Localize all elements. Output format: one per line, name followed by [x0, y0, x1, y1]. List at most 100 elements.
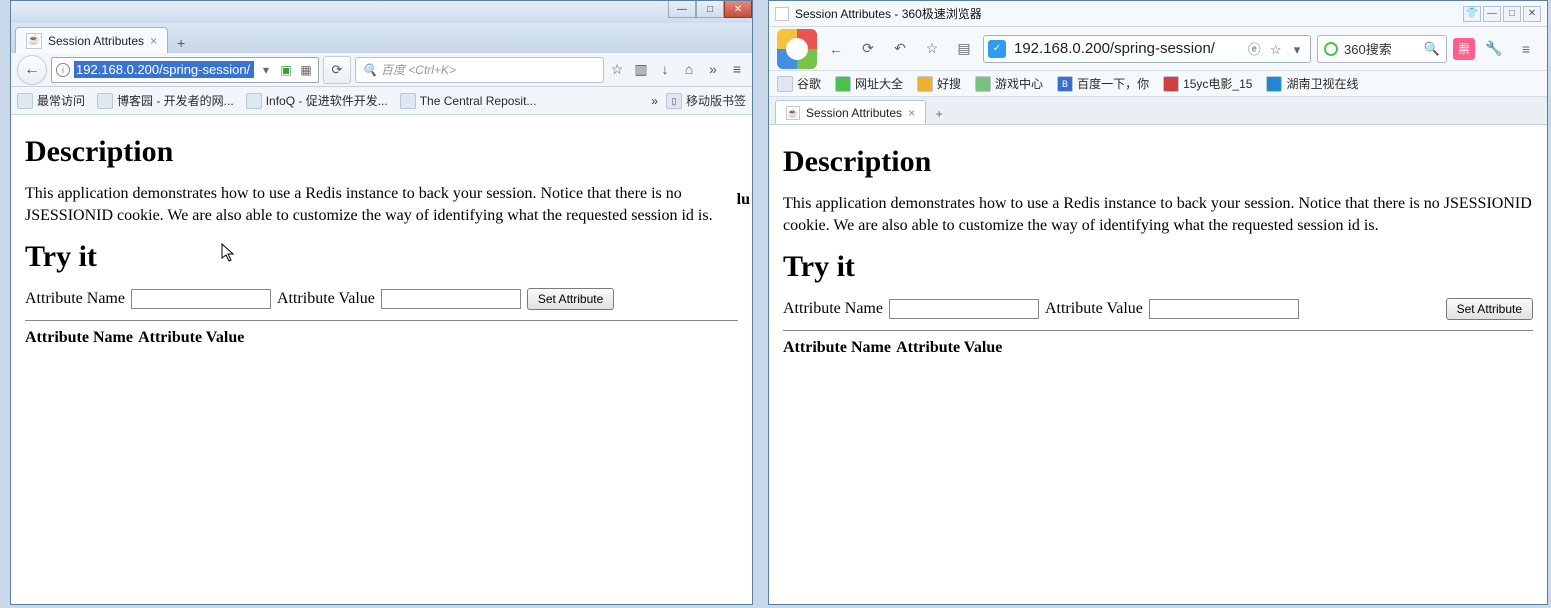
menu-icon[interactable]: ≡	[1513, 36, 1539, 62]
bookmark-star-icon[interactable]: ☆	[1267, 42, 1285, 58]
search-box[interactable]: 🔍 百度 <Ctrl+K>	[355, 57, 604, 83]
dropdown-icon[interactable]: ▾	[1288, 42, 1306, 58]
bookmark-item[interactable]: 最常访问	[17, 92, 85, 109]
set-attribute-button[interactable]: Set Attribute	[1446, 298, 1533, 320]
close-button[interactable]: ✕	[724, 1, 752, 18]
tab-close-icon[interactable]: ×	[150, 34, 157, 48]
firefox-toolbar: ← i ▾ ▣ ▦ ⟳ 🔍 百度 <Ctrl+K> ☆ ▥ ↓ ⌂ »	[11, 53, 752, 87]
bookmark-item[interactable]: The Central Reposit...	[400, 93, 537, 109]
bookmark-icon	[17, 93, 33, 109]
url-input[interactable]	[1012, 39, 1239, 58]
dropdown-icon[interactable]: ▾	[258, 63, 274, 77]
attribute-form: Attribute Name Attribute Value Set Attri…	[25, 288, 738, 310]
bookmark-icon	[835, 76, 851, 92]
b360-window: Session Attributes - 360极速浏览器 👕 — □ ✕ ← …	[768, 0, 1548, 605]
home-icon[interactable]: ⌂	[680, 61, 698, 78]
back-button[interactable]: ←	[17, 55, 47, 85]
bookmark-icon	[777, 76, 793, 92]
address-bar[interactable]: i ▾ ▣ ▦	[51, 57, 319, 83]
bookmark-item[interactable]: 谷歌	[777, 75, 821, 92]
description-text: This application demonstrates how to use…	[25, 183, 738, 226]
mobile-icon: ▯	[666, 93, 682, 109]
undo-button[interactable]: ↶	[887, 36, 913, 62]
maximize-button[interactable]: □	[696, 1, 724, 18]
firefox-viewport: Description This application demonstrate…	[11, 115, 752, 604]
bookmark-icon	[917, 76, 933, 92]
heading-description: Description	[25, 135, 738, 169]
search-label: 360搜索	[1344, 39, 1392, 58]
close-button[interactable]: ✕	[1523, 6, 1541, 22]
col-value: Attribute Value	[896, 339, 1002, 356]
skin-button[interactable]: 👕	[1463, 6, 1481, 22]
favicon-icon: ☕	[26, 33, 42, 49]
table-header: Attribute Name Attribute Value	[783, 339, 1533, 357]
bookmark-icon	[246, 93, 262, 109]
bookmark-item[interactable]: 网址大全	[835, 75, 903, 92]
compat-icon[interactable]: ⓔ	[1245, 39, 1263, 58]
search-icon[interactable]: 🔍	[1424, 41, 1440, 57]
bookmark-icon	[1266, 76, 1282, 92]
qr-icon[interactable]: ▦	[298, 63, 314, 77]
reload-button[interactable]: ⟳	[855, 36, 881, 62]
library-icon[interactable]: ▥	[632, 61, 650, 78]
downloads-icon[interactable]: ↓	[656, 61, 674, 78]
firefox-window: — □ ✕ ☕ Session Attributes × + ← i ▾ ▣ ▦	[10, 0, 753, 605]
search-placeholder: 百度 <Ctrl+K>	[381, 61, 456, 78]
truncated-text: lu	[737, 191, 750, 209]
new-tab-button[interactable]: +	[928, 104, 950, 124]
address-bar[interactable]: ✓ ⓔ ☆ ▾	[983, 35, 1311, 63]
search-icon: 🔍	[362, 63, 377, 77]
bookmark-item[interactable]: B百度一下，你	[1057, 75, 1149, 92]
attr-value-input[interactable]	[381, 289, 521, 309]
window-controls: 👕 — □ ✕	[1463, 6, 1541, 22]
toolbar-icons: ☆ ▥ ↓ ⌂ » ≡	[608, 61, 746, 78]
bookmark-icon	[1163, 76, 1179, 92]
bookmark-icon	[975, 76, 991, 92]
b360-bookmarks-bar: 谷歌 网址大全 好搜 游戏中心 B百度一下，你 15yc电影_15 湖南卫视在线	[769, 71, 1547, 97]
home-button[interactable]: ▤	[951, 36, 977, 62]
browser-tab[interactable]: ☕ Session Attributes ×	[15, 27, 168, 53]
bookmark-item[interactable]: 游戏中心	[975, 75, 1043, 92]
extension-icon[interactable]: 🔧	[1481, 36, 1507, 62]
shield-icon[interactable]: ▣	[278, 63, 294, 77]
bookmark-icon	[97, 93, 113, 109]
search-box[interactable]: 360搜索 🔍	[1317, 35, 1447, 63]
firefox-titlebar: — □ ✕	[11, 1, 752, 23]
attr-name-label: Attribute Name	[25, 290, 125, 308]
bookmark-item[interactable]: 博客园 - 开发者的网...	[97, 92, 234, 109]
reload-button[interactable]: ⟳	[323, 56, 351, 84]
bookmark-item[interactable]: 好搜	[917, 75, 961, 92]
bookmark-star-icon[interactable]: ☆	[608, 61, 626, 78]
browser-tab[interactable]: ☕ Session Attributes ×	[775, 100, 926, 124]
security-shield-icon[interactable]: ✓	[988, 40, 1006, 58]
set-attribute-button[interactable]: Set Attribute	[527, 288, 614, 310]
minimize-button[interactable]: —	[1483, 6, 1501, 22]
bookmark-item[interactable]: InfoQ - 促进软件开发...	[246, 92, 388, 109]
browser-logo-icon[interactable]	[777, 29, 817, 69]
new-tab-button[interactable]: +	[170, 33, 192, 53]
url-input[interactable]	[74, 61, 254, 78]
firefox-tabstrip: ☕ Session Attributes × +	[11, 23, 752, 53]
bookmark-overflow-icon[interactable]: »	[651, 94, 658, 108]
bookmark-item[interactable]: ▯移动版书签	[666, 92, 746, 109]
attr-value-input[interactable]	[1149, 299, 1299, 319]
bookmark-icon: B	[1057, 76, 1073, 92]
maximize-button[interactable]: □	[1503, 6, 1521, 22]
menu-icon[interactable]: ≡	[728, 61, 746, 78]
favorite-button[interactable]: ☆	[919, 36, 945, 62]
b360-tabstrip: ☕ Session Attributes × +	[769, 97, 1547, 125]
tab-close-icon[interactable]: ×	[908, 106, 915, 120]
attr-name-input[interactable]	[131, 289, 271, 309]
site-info-icon[interactable]: i	[56, 63, 70, 77]
bookmark-item[interactable]: 15yc电影_15	[1163, 75, 1252, 92]
overflow-icon[interactable]: »	[704, 61, 722, 78]
col-name: Attribute Name	[783, 339, 891, 356]
minimize-button[interactable]: —	[668, 1, 696, 18]
back-button[interactable]: ←	[823, 36, 849, 62]
attr-name-input[interactable]	[889, 299, 1039, 319]
tab-title: Session Attributes	[48, 34, 144, 48]
bookmark-item[interactable]: 湖南卫视在线	[1266, 75, 1358, 92]
ticket-badge[interactable]: 票	[1453, 38, 1475, 60]
heading-description: Description	[783, 145, 1533, 179]
table-header: Attribute Name Attribute Value	[25, 329, 738, 347]
